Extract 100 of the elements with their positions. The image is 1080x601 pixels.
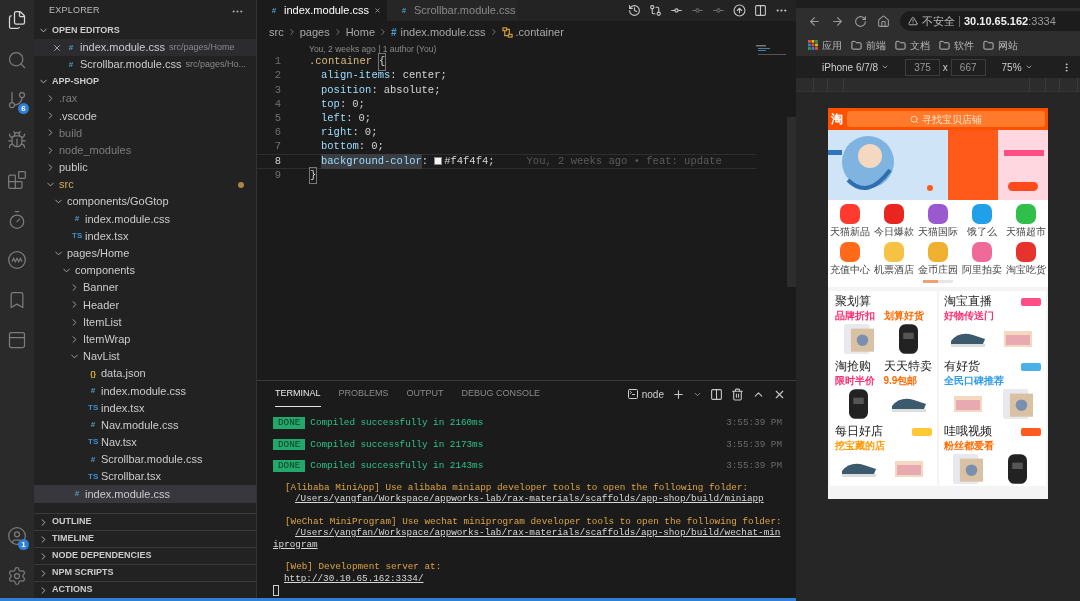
folder-item[interactable]: ItemList bbox=[34, 313, 256, 331]
folder-item[interactable]: src bbox=[34, 175, 256, 194]
file-item[interactable]: TS Scrollbar.tsx bbox=[34, 468, 256, 486]
section-title[interactable]: 天天特卖 bbox=[884, 359, 932, 374]
section-title[interactable]: 每日好店 bbox=[835, 424, 909, 439]
close-icon[interactable] bbox=[52, 42, 62, 53]
folder-item[interactable]: ItemWrap bbox=[34, 330, 256, 348]
shell-selector[interactable]: node bbox=[626, 386, 664, 402]
source-control-icon[interactable] bbox=[7, 90, 27, 110]
nav-item[interactable]: 阿里拍卖 bbox=[960, 242, 1004, 276]
folder-item[interactable]: components bbox=[34, 261, 256, 280]
folder-item[interactable]: node_modules bbox=[34, 141, 256, 159]
nav-item[interactable]: 金币庄园 bbox=[916, 242, 960, 276]
open-editor-item[interactable]: # index.module.css src/pages/Home bbox=[34, 39, 256, 56]
breadcrumb-item[interactable]: pages bbox=[299, 23, 330, 41]
forward-icon[interactable] bbox=[831, 14, 844, 28]
trash-icon[interactable] bbox=[731, 387, 744, 401]
nav-item[interactable]: 天猫超市 bbox=[1004, 204, 1048, 238]
color-swatch[interactable] bbox=[434, 157, 443, 166]
settings-icon[interactable] bbox=[7, 566, 27, 586]
status-badge: DONE bbox=[273, 460, 306, 472]
zoom-selector[interactable]: 75% bbox=[1001, 59, 1033, 75]
panel-tab[interactable]: PROBLEMS bbox=[338, 381, 389, 407]
file-item[interactable]: # index.module.css bbox=[34, 382, 256, 400]
file-item[interactable]: # index.module.css bbox=[34, 485, 256, 503]
home-icon[interactable] bbox=[877, 14, 890, 28]
files-icon[interactable] bbox=[7, 10, 27, 30]
split-editor-icon[interactable] bbox=[754, 4, 767, 17]
height-field[interactable]: 667 bbox=[950, 58, 986, 76]
close-icon[interactable] bbox=[374, 5, 381, 16]
terminal-link[interactable]: http://30.10.65.162:3334/ bbox=[273, 572, 782, 584]
section-header[interactable]: OPEN EDITORS bbox=[34, 22, 256, 39]
aw-logo-icon[interactable] bbox=[7, 250, 27, 270]
nav-item[interactable]: 机票酒店 bbox=[872, 242, 916, 276]
terminal-link[interactable]: /Users/yangfan/Workspace/appworks-lab/rax-materials/scaffolds/app-shop/build/wechat-miniprogram bbox=[273, 527, 782, 550]
file-item[interactable]: TS Nav.tsx bbox=[34, 433, 256, 451]
search-icon[interactable] bbox=[7, 50, 27, 70]
nav-item[interactable]: 天猫新品 bbox=[828, 204, 872, 238]
bookmark-item[interactable]: 网站 bbox=[983, 37, 1018, 53]
file-item[interactable]: # index.module.css bbox=[34, 210, 256, 228]
file-item[interactable]: TS index.tsx bbox=[34, 227, 256, 245]
breadcrumb-item[interactable]: # index.module.css bbox=[391, 23, 486, 41]
section-title[interactable]: 淘抢购 bbox=[835, 359, 881, 374]
breadcrumb-item[interactable]: src bbox=[269, 23, 284, 41]
file-item[interactable]: TS index.tsx bbox=[34, 399, 256, 417]
nav-item[interactable]: 天猫国际 bbox=[916, 204, 960, 238]
nav-item[interactable]: 饿了么 bbox=[960, 204, 1004, 238]
breadcrumb-item[interactable]: .container bbox=[515, 23, 564, 41]
folder-item[interactable]: .rax bbox=[34, 90, 256, 108]
split-terminal-icon[interactable] bbox=[710, 387, 723, 401]
folder-item[interactable]: build bbox=[34, 124, 256, 142]
bookmark-item[interactable]: 软件 bbox=[939, 37, 974, 53]
back-icon[interactable] bbox=[808, 14, 821, 28]
file-item[interactable]: # Scrollbar.module.css bbox=[34, 450, 256, 469]
section-title[interactable]: 聚划算 bbox=[835, 294, 932, 309]
section-title[interactable]: 淘宝直播 bbox=[944, 294, 1018, 309]
nav-item[interactable]: 充值中心 bbox=[828, 242, 872, 276]
history-icon[interactable] bbox=[628, 4, 641, 17]
section-title[interactable]: 哇哦视频 bbox=[944, 424, 1018, 439]
folder-item[interactable]: NavList bbox=[34, 347, 256, 365]
compare-icon[interactable] bbox=[649, 4, 662, 17]
editor-tab[interactable]: # index.module.css bbox=[257, 0, 387, 21]
file-item[interactable]: {} data.json bbox=[34, 365, 256, 383]
terminal-link[interactable]: /Users/yangfan/Workspace/appworks-lab/rax-materials/scaffolds/app-shop/build/miniapp bbox=[273, 493, 782, 505]
width-field[interactable]: 375 bbox=[905, 58, 940, 76]
scroll-indicator bbox=[923, 280, 953, 283]
folder-item[interactable]: Header bbox=[34, 296, 256, 314]
open-editor-item[interactable]: # Scrollbar.module.css src/pages/Ho... bbox=[34, 56, 256, 73]
device-selector[interactable]: iPhone 6/7/8 bbox=[822, 59, 890, 75]
panel-icon[interactable] bbox=[7, 330, 27, 350]
section-title[interactable]: 有好货 bbox=[944, 359, 1018, 374]
folder-item[interactable]: Banner bbox=[34, 279, 256, 297]
panel-tab[interactable]: OUTPUT bbox=[406, 381, 444, 407]
breadcrumb-item[interactable]: Home bbox=[345, 23, 375, 41]
folder-item[interactable]: public bbox=[34, 158, 256, 176]
reload-icon[interactable] bbox=[854, 14, 867, 28]
section-header[interactable]: NPM SCRIPTS bbox=[34, 564, 256, 581]
nav-item[interactable]: 今日爆款 bbox=[872, 204, 916, 238]
file-item[interactable]: # Nav.module.css bbox=[34, 416, 256, 434]
timer-icon[interactable] bbox=[7, 210, 27, 230]
nav-item[interactable]: 淘宝吃货 bbox=[1004, 242, 1048, 276]
panel-tab[interactable]: DEBUG CONSOLE bbox=[461, 381, 541, 407]
bookmark-item[interactable]: 应用 bbox=[808, 37, 842, 53]
bookmark-item[interactable]: 文档 bbox=[895, 37, 930, 53]
address-bar[interactable]: 不安全 30.10.65.162:3334 bbox=[900, 11, 1080, 31]
section-header[interactable]: NODE DEPENDENCIES bbox=[34, 547, 256, 564]
section-header[interactable]: OUTLINE bbox=[34, 513, 256, 530]
section-header[interactable]: APP-SHOP bbox=[34, 73, 256, 90]
panel-tab[interactable]: TERMINAL bbox=[275, 381, 321, 407]
bookmark-item[interactable]: 前端 bbox=[851, 37, 886, 53]
folder-item[interactable]: .vscode bbox=[34, 107, 256, 125]
line-number: 2 bbox=[273, 68, 282, 84]
run-debug-icon[interactable] bbox=[7, 130, 27, 150]
account-icon[interactable] bbox=[7, 526, 27, 546]
folder-item[interactable]: components/GoGtop bbox=[34, 193, 256, 211]
section-header[interactable]: TIMELINE bbox=[34, 530, 256, 547]
folder-item[interactable]: pages/Home bbox=[34, 244, 256, 262]
extensions-icon[interactable] bbox=[7, 170, 27, 190]
add-icon[interactable] bbox=[672, 387, 685, 401]
upload-icon[interactable] bbox=[733, 4, 746, 17]
